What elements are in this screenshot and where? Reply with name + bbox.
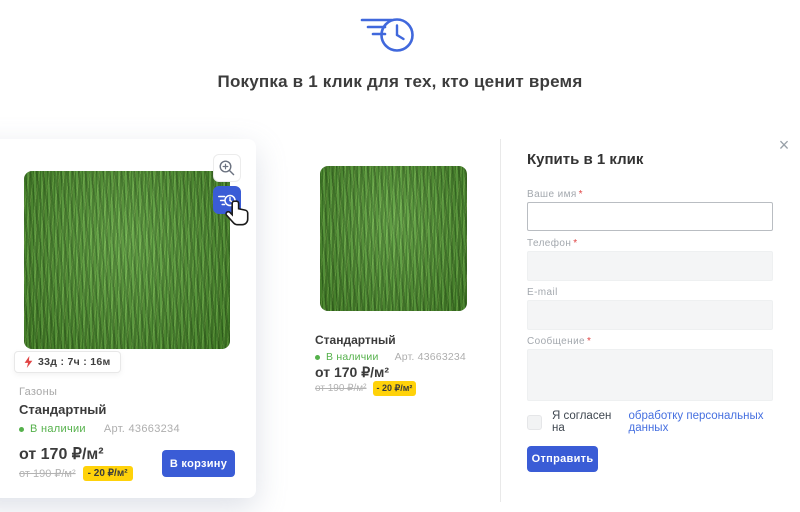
sale-timer-badge: 33д : 7ч : 16м [14,351,121,373]
product-category[interactable]: Газоны [19,386,57,398]
hand-cursor-icon [225,200,249,226]
zoom-button[interactable] [213,154,241,182]
product-image-grass-small[interactable] [320,166,467,311]
required-mark: * [578,189,583,200]
stock-label: В наличии [30,423,86,435]
stock-dot-icon [315,354,320,360]
personal-data-link[interactable]: обработку персональных данных [629,410,800,434]
sku-label: Арт. 43663234 [103,423,180,435]
old-price: от 190 ₽/м² [19,468,76,480]
form-title: Купить в 1 клик [527,151,644,168]
stock-row: В наличии Арт. 43663234 [315,351,466,363]
stock-label: В наличии [326,351,379,363]
required-mark: * [587,336,592,347]
product-name[interactable]: Стандартный [19,402,106,417]
email-field-label: E-mail [527,287,558,298]
quick-buy-section: Покупка в 1 клик для тех, кто ценит врем… [0,0,800,512]
phone-field-label: Телефон * [527,238,578,249]
name-field[interactable] [527,202,773,231]
stock-row: В наличии Арт. 43663234 [19,423,180,435]
speed-clock-icon [360,18,414,52]
page-title: Покупка в 1 клик для тех, кто ценит врем… [217,72,583,91]
submit-button[interactable]: Отправить [527,446,598,472]
label-text: Ваше имя [527,189,577,200]
old-price-row: от 190 ₽/м² - 20 ₽/м² [19,466,133,481]
sku-label: Арт. 43663234 [394,351,466,363]
product-price: от 170 ₽/м² [315,364,390,380]
add-to-cart-button[interactable]: В корзину [162,450,235,477]
message-field-label: Сообщение * [527,336,591,347]
old-price-row: от 190 ₽/м² - 20 ₽/м² [315,381,417,396]
old-price: от 190 ₽/м² [315,383,367,394]
discount-badge: - 20 ₽/м² [372,381,417,396]
email-field[interactable] [527,300,773,330]
stock-dot-icon [19,426,24,432]
message-field[interactable] [527,349,773,401]
consent-checkbox[interactable] [527,414,542,430]
product-image-grass[interactable] [24,171,230,349]
name-field-label: Ваше имя * [527,189,583,200]
product-card-featured[interactable]: 33д : 7ч : 16м Газоны Стандартный В нали… [0,139,256,498]
phone-field[interactable] [527,251,773,281]
required-mark: * [573,238,578,249]
lightning-icon [24,356,33,368]
magnifier-plus-icon [219,160,235,176]
discount-badge: - 20 ₽/м² [82,466,133,481]
label-text: Телефон [527,238,572,249]
panel-divider [500,139,501,502]
consent-row: Я согласен на обработку персональных дан… [527,410,800,434]
product-name[interactable]: Стандартный [315,333,396,347]
timer-text: 33д : 7ч : 16м [38,356,111,368]
label-text: Сообщение [527,336,586,347]
product-price: от 170 ₽/м² [19,446,104,463]
close-icon[interactable]: × [773,134,795,156]
label-text: E-mail [527,287,558,298]
consent-text: Я согласен на [552,410,612,434]
